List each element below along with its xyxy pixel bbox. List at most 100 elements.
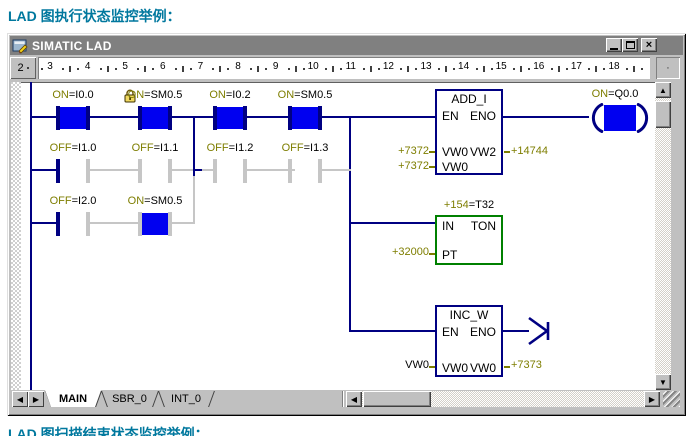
contact-sm0.5-c[interactable]: ON=SM0.5 (128, 195, 182, 236)
contact-i0.0[interactable]: ON=I0.0 (52, 89, 94, 130)
tab-int0[interactable]: INT_0 (158, 390, 214, 407)
inc-w-block[interactable]: INC_W EN ENO VW0 VW0 (435, 305, 503, 377)
contact-i1.3[interactable]: OFF=I1.3 (282, 142, 328, 183)
resize-grip[interactable] (663, 391, 680, 407)
wire (202, 169, 213, 171)
page-heading-bottom: LAD 图扫描结束状态监控举例： (8, 426, 209, 436)
minimize-button[interactable] (606, 38, 622, 52)
ruler-strip: 3 4 5 6 7 8 9 10 11 12 13 14 15 16 17 18 (38, 57, 650, 79)
branch-arrow-icon (528, 316, 550, 346)
contact-sm0.5-b[interactable]: ON=SM0.5 (278, 89, 332, 130)
wire (30, 169, 56, 171)
value-connector (504, 366, 510, 368)
ton-pt-value: +32000 (391, 246, 429, 258)
wire (90, 116, 138, 118)
window-title: SIMATIC LAD (32, 38, 112, 53)
arrow-right-icon: ▶ (32, 394, 40, 404)
contact-i1.0[interactable]: OFF=I1.0 (50, 142, 96, 183)
ruler-end-cell: · (656, 57, 680, 79)
arrow-left-icon: ◀ (16, 394, 24, 404)
tab-main[interactable]: MAIN (45, 390, 101, 407)
pin-type: TON (470, 219, 496, 233)
branch-node-a-off (193, 176, 195, 224)
coil-q0.0[interactable] (589, 103, 651, 133)
wire (30, 116, 56, 118)
pin-out: VW0 (469, 361, 496, 375)
close-button[interactable]: × (641, 38, 657, 52)
contact-i1.2[interactable]: OFF=I1.2 (207, 142, 253, 183)
pin-in1: VW0 (442, 145, 469, 159)
contact-i0.2[interactable]: ON=I0.2 (209, 89, 251, 130)
value-connector (429, 151, 435, 153)
value-connector (429, 166, 435, 168)
pin-pt: PT (442, 248, 458, 262)
scroll-left-button[interactable]: ◀ (346, 391, 362, 407)
contact-sm0.5-a[interactable]: ON=SM0.5 (128, 89, 182, 130)
value-connector (429, 366, 435, 368)
pin-eno: ENO (469, 325, 496, 339)
inc-out-value: +7373 (511, 359, 542, 371)
inc-in-value: VW0 (405, 359, 429, 371)
pin-eno: ENO (469, 109, 496, 123)
ruler-origin-cell: 2 (10, 57, 36, 79)
wire-to-inc-en (351, 330, 435, 332)
wire (322, 169, 351, 171)
wire-inc-out (503, 330, 529, 332)
wire (90, 222, 138, 224)
coil-label: ON=Q0.0 (591, 88, 639, 100)
arrow-down-icon: ▼ (659, 377, 667, 387)
add-in2-value: +7372 (398, 160, 429, 172)
pin-in2: VW0 (442, 160, 469, 174)
contact-i1.1[interactable]: OFF=I1.1 (132, 142, 178, 183)
power-rail (30, 82, 32, 390)
scroll-up-button[interactable]: ▲ (655, 82, 671, 98)
contact-label: OFF=I1.0 (49, 142, 97, 154)
scroll-right-button[interactable]: ▶ (644, 391, 660, 407)
pou-tab-bar: ◀ ▶ MAIN SBR_0 INT_0 ◀ ▶ (11, 390, 681, 408)
scroll-thumb[interactable] (363, 391, 431, 407)
value-connector (504, 151, 510, 153)
tab-scroll-left-button[interactable]: ◀ (12, 391, 28, 407)
wire-to-ton-in (351, 222, 435, 224)
scroll-thumb[interactable] (655, 101, 671, 128)
page-heading-top: LAD 图执行状态监控举例： (8, 8, 181, 24)
pin-in: IN (442, 219, 454, 233)
tab-scroll-right-button[interactable]: ▶ (28, 391, 44, 407)
wire (172, 222, 195, 224)
contact-label: OFF=I1.3 (281, 142, 329, 154)
wire (193, 169, 202, 171)
horizontal-scrollbar[interactable]: ◀ ▶ (346, 391, 660, 407)
vertical-scrollbar[interactable]: ▲ ▼ (655, 82, 671, 390)
add-i-block[interactable]: ADD_I EN ENO VW0 VW2 VW0 (435, 89, 503, 175)
maximize-button[interactable] (622, 38, 638, 52)
arrow-up-icon: ▲ (659, 85, 667, 95)
arrow-right-icon: ▶ (648, 394, 656, 404)
wire (247, 116, 288, 118)
contact-label: ON=SM0.5 (127, 195, 183, 207)
ladder-canvas[interactable]: ON=I0.0 ON=SM0.5 ON=I0.2 ON=SM0.5 OFF=I1… (11, 82, 655, 390)
contact-i2.0[interactable]: OFF=I2.0 (50, 195, 96, 236)
timer-value-label: +154=T32 (443, 199, 495, 211)
add-out-value: +14744 (511, 145, 549, 157)
scroll-down-button[interactable]: ▼ (655, 374, 671, 390)
divider (342, 391, 344, 407)
ton-block[interactable]: IN TON PT (435, 215, 503, 265)
scroll-track[interactable] (655, 82, 671, 390)
value-connector (429, 253, 435, 255)
maximize-icon (625, 41, 635, 49)
contact-label: OFF=I1.1 (131, 142, 179, 154)
wire (322, 116, 351, 118)
pin-en: EN (442, 325, 459, 339)
wire (172, 116, 213, 118)
wire (30, 222, 56, 224)
wire-to-add-en (351, 116, 435, 118)
title-bar[interactable]: SIMATIC LAD (10, 36, 683, 55)
simatic-lad-window: SIMATIC LAD × 2 3 4 5 6 7 8 9 10 11 12 13 14 15 16 17 1… (7, 33, 686, 416)
pin-out: VW2 (469, 145, 496, 159)
contact-label: ON=SM0.5 (277, 89, 333, 101)
close-icon: × (645, 39, 653, 51)
tab-sbr0[interactable]: SBR_0 (101, 390, 158, 407)
contact-label: ON=SM0.5 (127, 89, 183, 101)
block-title: INC_W (449, 308, 489, 322)
network-margin (11, 82, 21, 390)
